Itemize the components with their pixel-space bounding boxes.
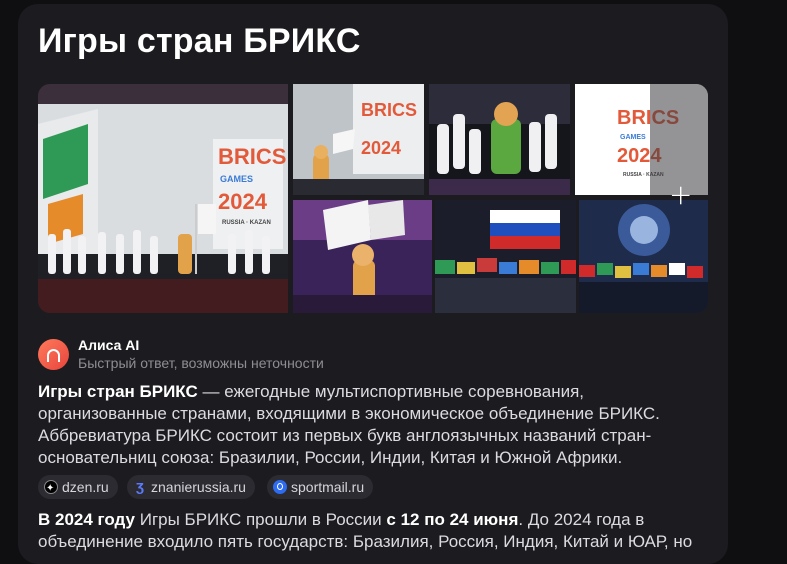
stage-photo: BRICS GAMES 2024 RUSSIA · KAZAN <box>38 84 288 313</box>
source-label: znanierussia.ru <box>151 479 246 495</box>
svg-text:2024: 2024 <box>361 138 401 158</box>
answer-lead: Игры стран БРИКС <box>38 382 198 401</box>
gallery-image-1[interactable]: BRICS 2024 <box>293 84 424 195</box>
flags-parade-photo <box>435 200 576 313</box>
source-label: sportmail.ru <box>291 479 365 495</box>
answer2-bold2: с 12 по 24 июня <box>386 510 519 529</box>
answer-paragraph: Игры стран БРИКС — ежегодные мультиспорт… <box>38 381 708 469</box>
logo-year-text: 2024 <box>218 189 268 214</box>
plus-icon[interactable]: + <box>669 181 692 209</box>
gallery-image-main[interactable]: BRICS GAMES 2024 RUSSIA · KAZAN <box>38 84 288 313</box>
gallery-image-5[interactable] <box>435 200 576 313</box>
sportmail-icon <box>273 480 287 494</box>
logo-flag-photo: BRICS 2024 <box>293 84 424 195</box>
gallery-image-4[interactable] <box>293 200 432 313</box>
arena-photo <box>579 200 708 313</box>
answer2-text1: Игры БРИКС прошли в России <box>135 510 387 529</box>
mascot-flag-photo <box>293 200 432 313</box>
dzen-icon <box>44 477 58 501</box>
svg-text:GAMES: GAMES <box>620 134 646 141</box>
source-link-dzen[interactable]: dzen.ru <box>38 475 118 501</box>
svg-text:BRICS: BRICS <box>361 100 417 120</box>
answer-paragraph-2: В 2024 году Игры БРИКС прошли в России с… <box>38 509 708 553</box>
logo-city-text: RUSSIA · KAZAN <box>222 220 271 226</box>
alice-disclaimer: Быстрый ответ, возможны неточности <box>78 355 324 371</box>
gallery-image-2[interactable] <box>429 84 570 195</box>
alice-logo-icon <box>38 339 69 370</box>
source-link-znanie[interactable]: ʒ znanierussia.ru <box>127 475 255 499</box>
answer2-bold1: В 2024 году <box>38 510 136 529</box>
logo-brics-text: BRICS <box>218 144 286 169</box>
search-answer-card: Игры стран БРИКС BRICS GAMES 2024 RUSSIA… <box>18 4 728 564</box>
mascot-stage-photo <box>429 84 570 195</box>
alice-name: Алиса AI <box>78 337 140 353</box>
znanie-icon: ʒ <box>136 478 144 495</box>
image-gallery: BRICS GAMES 2024 RUSSIA · KAZAN BRICS 20… <box>38 84 708 313</box>
source-label: dzen.ru <box>62 479 109 495</box>
gallery-image-6[interactable] <box>579 200 708 313</box>
logo-games-text: GAMES <box>220 174 253 184</box>
page-title: Игры стран БРИКС <box>38 22 361 60</box>
source-link-sportmail[interactable]: sportmail.ru <box>267 475 374 499</box>
